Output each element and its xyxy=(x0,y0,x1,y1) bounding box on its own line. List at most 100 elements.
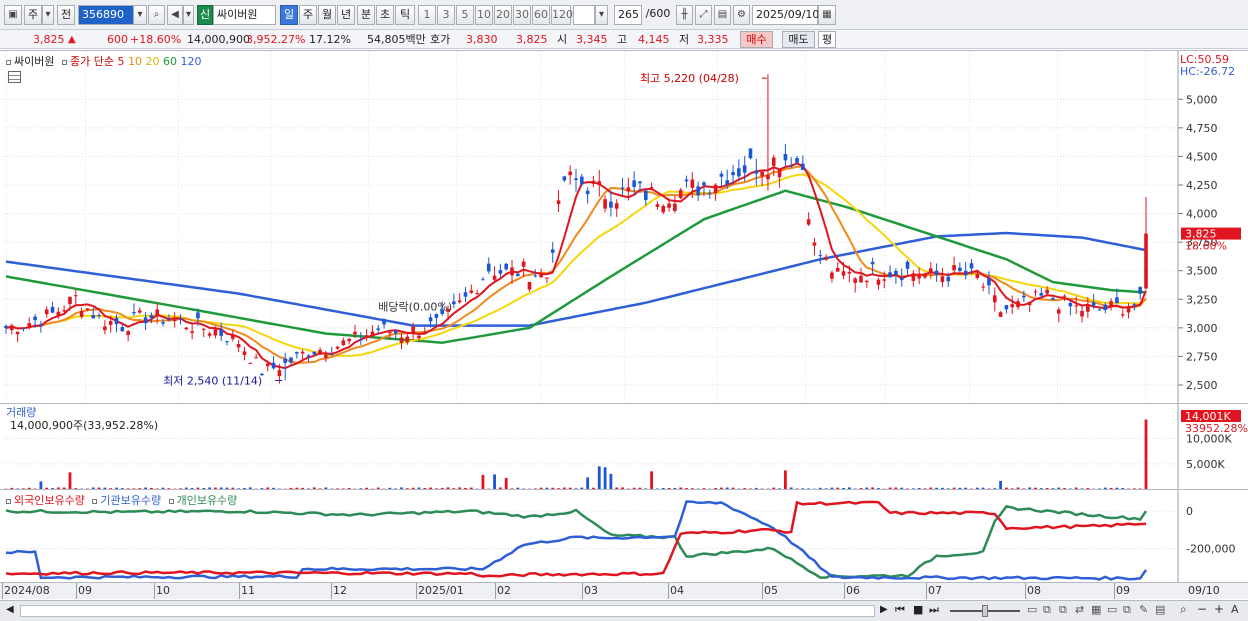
tab-period-day[interactable]: 일 xyxy=(280,5,298,25)
zoom-out-icon[interactable]: − xyxy=(1197,602,1207,616)
prev-button[interactable]: 전 xyxy=(57,5,75,25)
candle-body xyxy=(946,276,951,282)
candle-body xyxy=(399,337,404,343)
candle-body xyxy=(388,332,392,334)
window-icon[interactable]: ▭ xyxy=(1107,603,1117,616)
candle-body xyxy=(818,255,823,257)
save-icon[interactable]: ▤ xyxy=(714,5,731,25)
tile-icon[interactable]: ⧉ xyxy=(1123,603,1131,617)
grid-icon[interactable]: ▦ xyxy=(1091,603,1101,616)
holdings-chart[interactable]: 0 -200,000 xyxy=(0,490,1248,583)
individual-holdings-line xyxy=(5,505,1148,579)
search-icon[interactable]: ⌕ xyxy=(148,5,165,25)
candle-icon[interactable]: ╫ xyxy=(676,5,693,25)
chart-scrollbar[interactable]: ◀ ▶ ⏮ ■ ⏭ ▭ ⧉ ⧉ ⇄ ▦ ▭ ⧉ ✎ ▤ ⌕ − + A xyxy=(0,600,1248,621)
candle-body xyxy=(335,346,340,349)
candle-body xyxy=(33,316,37,321)
candle-body xyxy=(155,309,160,315)
x-axis-tick xyxy=(2,583,3,599)
period-dropdown-icon[interactable]: ▾ xyxy=(42,5,54,25)
interval-1[interactable]: 1 xyxy=(418,5,436,25)
interval-20[interactable]: 20 xyxy=(494,5,512,25)
candle-body xyxy=(876,279,881,285)
candle-body xyxy=(231,334,235,339)
scroll-right-icon[interactable]: ▶ xyxy=(880,604,888,615)
tab-period-year[interactable]: 년 xyxy=(337,5,355,25)
window-menu-icon[interactable]: ▣ xyxy=(4,5,22,25)
interval-dropdown-icon[interactable]: ▾ xyxy=(595,5,608,25)
zoom-slider-thumb[interactable] xyxy=(982,605,988,617)
tab-period-week[interactable]: 주 xyxy=(299,5,317,25)
candle-body xyxy=(510,267,514,276)
code-dropdown-icon[interactable]: ▾ xyxy=(133,5,147,25)
candle-body xyxy=(108,321,113,325)
candle-body xyxy=(801,163,805,171)
first-page-icon[interactable]: ⏮ xyxy=(895,603,905,617)
price-chart[interactable]: 5,0004,7504,5004,2504,0003,7503,5003,250… xyxy=(0,51,1248,404)
interval-10[interactable]: 10 xyxy=(475,5,493,25)
buy-button[interactable]: 매수 xyxy=(740,31,773,48)
volume-bar xyxy=(609,473,613,489)
x-axis-label: 03 xyxy=(584,584,598,597)
candle-body xyxy=(56,311,61,317)
quote-bar: 3,825 ▲ 600 +18.60% 14,000,900 3,952.27%… xyxy=(0,30,1248,49)
font-size-icon[interactable]: A xyxy=(1231,603,1239,616)
candle-body xyxy=(859,275,863,283)
interval-3[interactable]: 3 xyxy=(437,5,455,25)
candle-body xyxy=(143,317,148,324)
interval-60[interactable]: 60 xyxy=(532,5,550,25)
candle-body xyxy=(1126,307,1131,313)
candle-body xyxy=(609,201,613,208)
evaluate-button[interactable]: 평 xyxy=(818,31,836,48)
last-page-icon[interactable]: ⏭ xyxy=(929,603,939,617)
copy-icon[interactable]: ⧉ xyxy=(1059,603,1067,617)
price-tick-label: 4,000 xyxy=(1186,208,1218,221)
sell-button[interactable]: 매도 xyxy=(782,31,815,48)
calendar-icon[interactable]: ▦ xyxy=(818,5,836,25)
tab-period-minute[interactable]: 분 xyxy=(357,5,375,25)
interval-custom-input[interactable] xyxy=(573,5,595,25)
scroll-track[interactable] xyxy=(20,605,875,617)
zoom-search-icon[interactable]: ⌕ xyxy=(1180,602,1187,617)
candle-body xyxy=(201,328,206,330)
compare-icon[interactable]: ⇄ xyxy=(1075,603,1084,616)
tab-period-tick[interactable]: 틱 xyxy=(395,5,415,25)
candle-body xyxy=(347,338,351,342)
interval-5[interactable]: 5 xyxy=(456,5,474,25)
x-axis-label: 06 xyxy=(846,584,860,597)
stock-code-input[interactable]: 356890 xyxy=(78,5,134,25)
gear-icon[interactable]: ⚙ xyxy=(733,5,750,25)
period-main-button[interactable]: 주 xyxy=(24,5,42,25)
zoom-in-icon[interactable]: + xyxy=(1214,602,1224,616)
interval-30[interactable]: 30 xyxy=(513,5,531,25)
interval-120[interactable]: 120 xyxy=(551,5,573,25)
tab-period-month[interactable]: 월 xyxy=(318,5,336,25)
stop-icon[interactable]: ■ xyxy=(913,603,923,616)
speaker-dropdown-icon[interactable]: ▾ xyxy=(183,5,194,25)
candle-body xyxy=(917,276,921,279)
candle-body xyxy=(85,308,90,311)
candle-body xyxy=(614,203,619,209)
stock-name-field[interactable]: 싸이버원 xyxy=(213,5,276,25)
tab-period-second[interactable]: 초 xyxy=(376,5,394,25)
layout-icon[interactable]: ▭ xyxy=(1027,603,1037,616)
candle-body xyxy=(533,275,538,277)
candle-body xyxy=(632,180,636,187)
draw-tool-icon[interactable]: ⤢ xyxy=(695,5,712,25)
candle-body xyxy=(894,270,898,275)
bar-count-input[interactable]: 265 xyxy=(614,5,642,25)
bid-price: 3,825 xyxy=(516,33,548,46)
candle-body xyxy=(835,267,840,272)
speaker-icon[interactable]: ◀ xyxy=(167,5,183,25)
print-icon[interactable]: ▤ xyxy=(1155,603,1165,616)
date-input[interactable]: 2025/09/10 xyxy=(752,5,819,25)
scroll-left-icon[interactable]: ◀ xyxy=(6,604,14,615)
candle-body xyxy=(981,286,985,288)
candle-body xyxy=(649,187,654,189)
tools-icon[interactable]: ✎ xyxy=(1139,603,1148,616)
candle-body xyxy=(504,263,509,270)
candle-body xyxy=(667,203,671,208)
split-icon[interactable]: ⧉ xyxy=(1043,603,1051,617)
candle-body xyxy=(236,344,241,348)
volume-chart[interactable]: 10,000K5,000K14,001K33952.28% xyxy=(0,404,1248,490)
